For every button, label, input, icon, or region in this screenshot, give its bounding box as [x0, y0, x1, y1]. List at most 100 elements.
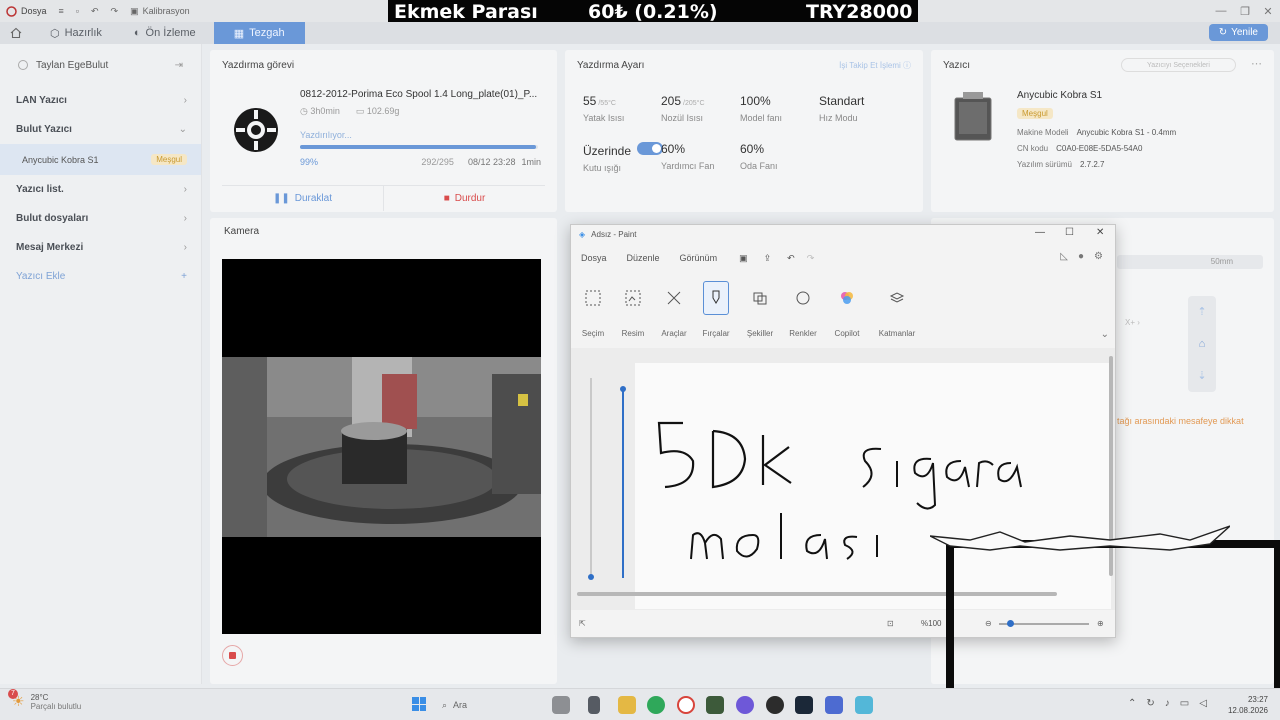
- refresh-label: Yenile: [1231, 27, 1258, 38]
- restore-icon[interactable]: ❐: [1233, 0, 1257, 22]
- nozzle-temp[interactable]: 205/205°C Nozül Isısı: [661, 94, 705, 123]
- taskbar-app-discord-icon[interactable]: [736, 696, 754, 714]
- paint-share-icon[interactable]: ⇪: [764, 253, 772, 264]
- more-options-icon[interactable]: ⋯: [1251, 57, 1262, 70]
- display-icon[interactable]: ▭: [1180, 698, 1189, 709]
- tool-shapes[interactable]: Şekiller: [740, 281, 780, 338]
- record-button[interactable]: [222, 645, 243, 666]
- paint-minimize-icon[interactable]: —: [1035, 227, 1045, 238]
- print-settings-panel: Yazdırma Ayarı İşi Takip Et İşlemi ⓘ 55/…: [565, 50, 923, 212]
- taskbar-app-spotify-icon[interactable]: [647, 696, 665, 714]
- paint-title-bar: ◈ Adsız - Paint: [571, 225, 1115, 244]
- job-controls: ❚❚ Duraklat ■ Durdur: [222, 185, 545, 211]
- weather-desc: Parçalı bulutlu: [30, 702, 82, 711]
- opacity-slider[interactable]: [620, 368, 626, 586]
- volume-icon[interactable]: ◁: [1199, 698, 1207, 709]
- minimize-icon[interactable]: —: [1209, 0, 1233, 22]
- plus-icon: +: [181, 271, 187, 282]
- tool-selection[interactable]: Seçim: [573, 281, 613, 338]
- taskbar-app-slicer-icon[interactable]: [825, 696, 843, 714]
- tab-tezgah[interactable]: ▦ Tezgah: [213, 22, 305, 44]
- logout-icon[interactable]: ⇥: [175, 60, 183, 71]
- tool-colors[interactable]: Renkler: [783, 281, 823, 338]
- home-axis-icon[interactable]: ⌂: [1188, 328, 1216, 360]
- hamburger-menu-icon[interactable]: ≡: [53, 0, 70, 22]
- tab-on-izleme[interactable]: ◐ Ön İzleme: [122, 22, 208, 44]
- fit-to-window-icon[interactable]: ⊡: [887, 619, 894, 628]
- tab-hazirlik[interactable]: ⬡ Hazırlık: [38, 22, 114, 44]
- box-light-toggle[interactable]: [637, 142, 664, 155]
- tool-tools[interactable]: Araçlar: [654, 281, 694, 338]
- close-icon[interactable]: ✕: [1256, 0, 1280, 22]
- tool-brushes[interactable]: Fırçalar: [696, 281, 736, 338]
- tray-chevron-up-icon[interactable]: ⌃: [1128, 698, 1136, 709]
- box-light[interactable]: Üzerinde Kutu ışığı: [583, 142, 664, 173]
- step-selector[interactable]: 50mm: [1117, 255, 1263, 269]
- taskbar-app-task-view-icon[interactable]: [588, 696, 600, 714]
- windows-start-icon[interactable]: [412, 697, 426, 711]
- sidebar-item-cloud-printer[interactable]: Bulut Yazıcı ⌄: [0, 115, 201, 144]
- job-eta: 08/12 23:28: [467, 157, 516, 167]
- calibration-button[interactable]: ▣ Kalibrasyon: [124, 0, 196, 22]
- microphone-icon[interactable]: ♪: [1165, 698, 1170, 709]
- chamber-fan[interactable]: 60% Oda Fanı: [740, 142, 778, 171]
- z-down-icon[interactable]: ⇣: [1188, 360, 1216, 392]
- taskbar-search[interactable]: ⌕ Ara: [436, 695, 546, 715]
- paint-toolbar: Seçim Resim Araçlar Fırçalar Şekiller Re…: [571, 281, 1115, 343]
- cursor-icon: ⇱: [579, 619, 586, 628]
- redo-icon[interactable]: ↷: [105, 0, 125, 22]
- help-link[interactable]: İşi Takip Et İşlemi ⓘ: [839, 60, 911, 71]
- aux-fan[interactable]: 60% Yardımcı Fan: [661, 142, 714, 171]
- refresh-button[interactable]: ↻ Yenile: [1208, 24, 1268, 41]
- model-fan[interactable]: 100% Model fanı: [740, 94, 782, 123]
- paint-menu-file[interactable]: Dosya: [581, 253, 607, 264]
- taskbar-app-explorer-icon[interactable]: [618, 696, 636, 714]
- pause-button[interactable]: ❚❚ Duraklat: [222, 186, 383, 211]
- tool-image[interactable]: Resim: [613, 281, 653, 338]
- tool-copilot[interactable]: Copilot: [827, 281, 867, 338]
- paint-menu-view[interactable]: Görünüm: [680, 253, 718, 264]
- tray-update-icon[interactable]: ↻: [1146, 698, 1154, 709]
- axis-x-plus-button[interactable]: X+ ›: [1125, 318, 1140, 327]
- save-icon[interactable]: ▫: [70, 0, 85, 22]
- taskbar-app-obs-icon[interactable]: [766, 696, 784, 714]
- undo-icon[interactable]: ↶: [85, 0, 105, 22]
- paint-close-icon[interactable]: ✕: [1096, 227, 1104, 238]
- taskbar-app-widget-icon[interactable]: [552, 696, 570, 714]
- taskbar-app-paint-icon[interactable]: [855, 696, 873, 714]
- sidebar-item-lan-printer[interactable]: LAN Yazıcı ›: [0, 86, 201, 115]
- account-icon[interactable]: ●: [1078, 251, 1084, 262]
- z-up-icon[interactable]: ⇡: [1188, 296, 1216, 328]
- bed-temp[interactable]: 55/55°C Yatak Isısı: [583, 94, 624, 123]
- taskbar-app-editor-icon[interactable]: [706, 696, 724, 714]
- expand-ribbon-icon[interactable]: ⌄: [1101, 329, 1109, 340]
- taskbar-app-opera-icon[interactable]: [677, 696, 695, 714]
- sidebar-printer-entry[interactable]: Anycubic Kobra S1 Meşgul: [0, 144, 201, 175]
- weather-widget[interactable]: ☀ 7 28°C Parçalı bulutlu: [8, 689, 82, 711]
- user-name: Taylan EgeBulut: [36, 59, 109, 71]
- paint-save-icon[interactable]: ▣: [739, 253, 748, 264]
- add-printer-button[interactable]: Yazıcı Ekle +: [0, 262, 201, 291]
- zoom-level[interactable]: %100: [921, 619, 941, 628]
- paint-redo-icon[interactable]: ↷: [807, 253, 815, 264]
- brush-size-slider[interactable]: [588, 368, 594, 586]
- file-menu[interactable]: Dosya: [0, 0, 53, 22]
- paint-menu-edit[interactable]: Düzenle: [627, 253, 660, 264]
- paint-undo-icon[interactable]: ↶: [787, 253, 795, 264]
- paint-maximize-icon[interactable]: ☐: [1065, 227, 1074, 238]
- sidebar-item-printer-list[interactable]: Yazıcı list. ›: [0, 175, 201, 204]
- stop-button[interactable]: ■ Durdur: [383, 186, 545, 211]
- settings-gear-icon[interactable]: ⚙: [1094, 251, 1103, 262]
- system-clock[interactable]: 23:27 12.08.2026: [1228, 694, 1268, 716]
- feedback-icon[interactable]: ◺: [1060, 251, 1068, 262]
- taskbar-app-steam-icon[interactable]: [795, 696, 813, 714]
- sidebar-item-message-center[interactable]: Mesaj Merkezi ›: [0, 233, 201, 262]
- tool-layers[interactable]: Katmanlar: [875, 281, 919, 338]
- speed-mode[interactable]: Standart Hız Modu: [819, 94, 864, 123]
- user-row[interactable]: Taylan EgeBulut ⇥: [0, 44, 201, 86]
- printer-selector[interactable]: Yazıcıyı Seçenekleri: [1121, 58, 1236, 72]
- stop-label: Durdur: [454, 193, 486, 204]
- home-icon[interactable]: [0, 22, 32, 44]
- tool-label: Renkler: [789, 329, 817, 338]
- sidebar-item-cloud-files[interactable]: Bulut dosyaları ›: [0, 204, 201, 233]
